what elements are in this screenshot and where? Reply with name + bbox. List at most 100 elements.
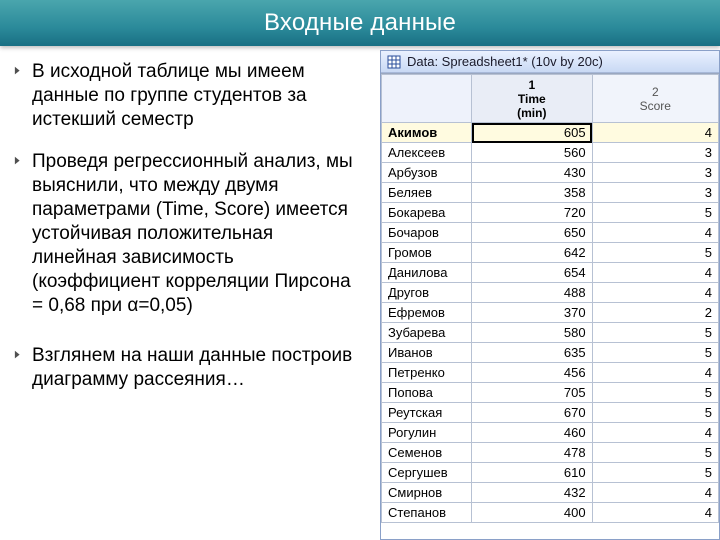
row-score-cell[interactable]: 5: [592, 443, 718, 463]
row-time-cell[interactable]: 370: [472, 303, 593, 323]
row-name-cell[interactable]: Ефремов: [382, 303, 472, 323]
data-table[interactable]: 1 Time (min) 2 Score Акимов6054Алексеев5…: [381, 74, 719, 523]
row-name-cell[interactable]: Сергушев: [382, 463, 472, 483]
row-name-cell[interactable]: Арбузов: [382, 163, 472, 183]
row-score-cell[interactable]: 5: [592, 343, 718, 363]
row-time-cell[interactable]: 605: [472, 123, 593, 143]
table-row[interactable]: Семенов4785: [382, 443, 719, 463]
table-row[interactable]: Другов4884: [382, 283, 719, 303]
table-row[interactable]: Громов6425: [382, 243, 719, 263]
row-score-cell[interactable]: 5: [592, 403, 718, 423]
row-time-cell[interactable]: 560: [472, 143, 593, 163]
bullet-text: Взглянем на наши данные построив диаграм…: [32, 344, 362, 392]
spreadsheet-window: Data: Spreadsheet1* (10v by 20c) 1 Time …: [380, 50, 720, 540]
row-time-cell[interactable]: 705: [472, 383, 593, 403]
row-name-cell[interactable]: Иванов: [382, 343, 472, 363]
row-time-cell[interactable]: 642: [472, 243, 593, 263]
row-score-cell[interactable]: 4: [592, 283, 718, 303]
table-row[interactable]: Рогулин4604: [382, 423, 719, 443]
row-time-cell[interactable]: 654: [472, 263, 593, 283]
table-row[interactable]: Петренко4564: [382, 363, 719, 383]
spreadsheet-caption: Data: Spreadsheet1* (10v by 20c): [407, 54, 603, 69]
row-score-cell[interactable]: 4: [592, 423, 718, 443]
column-number: 2: [599, 85, 712, 99]
row-name-cell[interactable]: Реутская: [382, 403, 472, 423]
bullet-text: В исходной таблице мы имеем данные по гр…: [32, 60, 362, 132]
table-row[interactable]: Иванов6355: [382, 343, 719, 363]
slide-title: Входные данные: [0, 0, 720, 46]
table-row[interactable]: Смирнов4324: [382, 483, 719, 503]
slide-body: 🢒 В исходной таблице мы имеем данные по …: [0, 46, 720, 540]
spreadsheet-icon: [387, 55, 401, 69]
row-time-cell[interactable]: 432: [472, 483, 593, 503]
row-name-cell[interactable]: Зубарева: [382, 323, 472, 343]
row-name-cell[interactable]: Бочаров: [382, 223, 472, 243]
bullet-list: 🢒 В исходной таблице мы имеем данные по …: [0, 46, 380, 540]
row-time-cell[interactable]: 635: [472, 343, 593, 363]
row-name-cell[interactable]: Попова: [382, 383, 472, 403]
column-number: 1: [478, 78, 586, 92]
row-name-cell[interactable]: Беляев: [382, 183, 472, 203]
row-score-cell[interactable]: 5: [592, 243, 718, 263]
table-row[interactable]: Арбузов4303: [382, 163, 719, 183]
row-name-cell[interactable]: Бокарева: [382, 203, 472, 223]
row-score-cell[interactable]: 5: [592, 323, 718, 343]
table-row[interactable]: Беляев3583: [382, 183, 719, 203]
table-row[interactable]: Сергушев6105: [382, 463, 719, 483]
row-time-cell[interactable]: 460: [472, 423, 593, 443]
row-score-cell[interactable]: 3: [592, 163, 718, 183]
column-label: Score: [640, 99, 671, 113]
row-name-cell[interactable]: Степанов: [382, 503, 472, 523]
row-time-cell[interactable]: 358: [472, 183, 593, 203]
spreadsheet-panel: Data: Spreadsheet1* (10v by 20c) 1 Time …: [380, 46, 720, 540]
row-name-cell[interactable]: Петренко: [382, 363, 472, 383]
row-time-cell[interactable]: 580: [472, 323, 593, 343]
row-name-cell[interactable]: Другов: [382, 283, 472, 303]
row-score-cell[interactable]: 4: [592, 483, 718, 503]
row-time-cell[interactable]: 456: [472, 363, 593, 383]
row-name-cell[interactable]: Данилова: [382, 263, 472, 283]
table-row[interactable]: Попова7055: [382, 383, 719, 403]
row-score-cell[interactable]: 3: [592, 183, 718, 203]
table-row[interactable]: Степанов4004: [382, 503, 719, 523]
row-score-cell[interactable]: 4: [592, 223, 718, 243]
table-row[interactable]: Алексеев5603: [382, 143, 719, 163]
row-name-cell[interactable]: Алексеев: [382, 143, 472, 163]
row-name-cell[interactable]: Акимов: [382, 123, 472, 143]
slide: Входные данные 🢒 В исходной таблице мы и…: [0, 0, 720, 540]
row-score-cell[interactable]: 4: [592, 363, 718, 383]
row-score-cell[interactable]: 5: [592, 203, 718, 223]
row-name-cell[interactable]: Громов: [382, 243, 472, 263]
row-name-cell[interactable]: Смирнов: [382, 483, 472, 503]
row-score-cell[interactable]: 3: [592, 143, 718, 163]
row-time-cell[interactable]: 720: [472, 203, 593, 223]
row-time-cell[interactable]: 400: [472, 503, 593, 523]
row-time-cell[interactable]: 650: [472, 223, 593, 243]
row-score-cell[interactable]: 4: [592, 503, 718, 523]
row-score-cell[interactable]: 4: [592, 263, 718, 283]
table-row[interactable]: Ефремов3702: [382, 303, 719, 323]
row-score-cell[interactable]: 5: [592, 463, 718, 483]
row-name-cell[interactable]: Семенов: [382, 443, 472, 463]
table-row[interactable]: Реутская6705: [382, 403, 719, 423]
spreadsheet-grid[interactable]: 1 Time (min) 2 Score Акимов6054Алексеев5…: [381, 73, 719, 539]
row-score-cell[interactable]: 2: [592, 303, 718, 323]
table-row[interactable]: Бокарева7205: [382, 203, 719, 223]
table-row[interactable]: Бочаров6504: [382, 223, 719, 243]
column-header-score[interactable]: 2 Score: [592, 75, 718, 123]
table-row[interactable]: Данилова6544: [382, 263, 719, 283]
table-row[interactable]: Зубарева5805: [382, 323, 719, 343]
row-time-cell[interactable]: 488: [472, 283, 593, 303]
corner-cell[interactable]: [382, 75, 472, 123]
column-header-time[interactable]: 1 Time (min): [472, 75, 593, 123]
row-name-cell[interactable]: Рогулин: [382, 423, 472, 443]
row-time-cell[interactable]: 670: [472, 403, 593, 423]
column-label: Time (min): [517, 92, 546, 120]
table-row[interactable]: Акимов6054: [382, 123, 719, 143]
row-time-cell[interactable]: 430: [472, 163, 593, 183]
row-time-cell[interactable]: 478: [472, 443, 593, 463]
row-score-cell[interactable]: 4: [592, 123, 718, 143]
row-score-cell[interactable]: 5: [592, 383, 718, 403]
row-time-cell[interactable]: 610: [472, 463, 593, 483]
bullet-item: 🢒 Проведя регрессионный анализ, мы выясн…: [14, 150, 362, 318]
